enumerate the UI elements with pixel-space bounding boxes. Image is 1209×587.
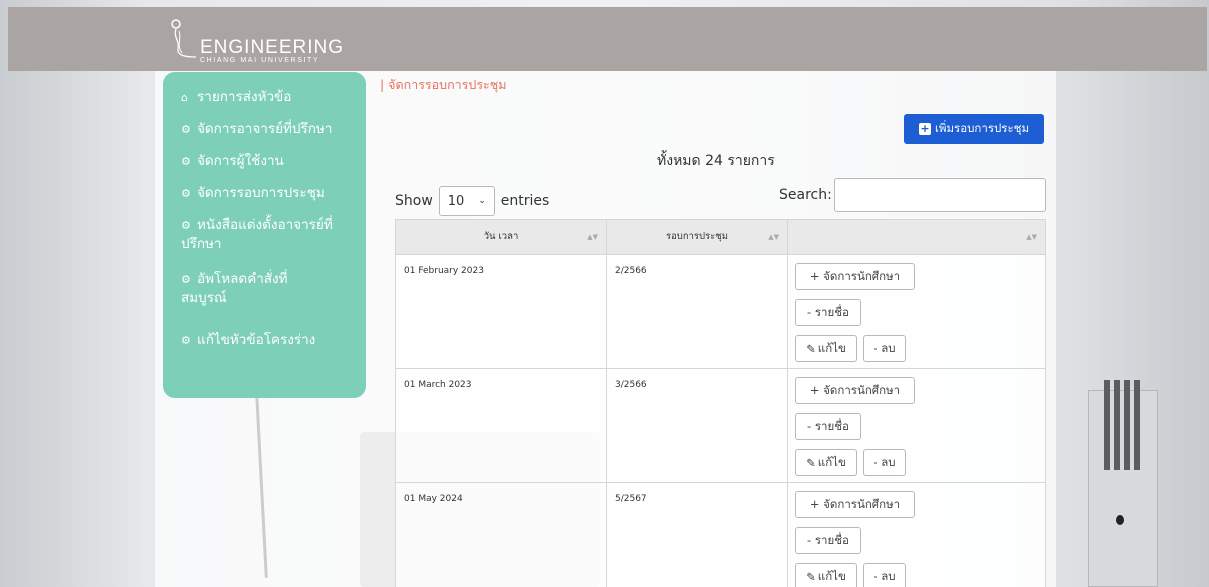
sidebar-item-upload-orders[interactable]: ⚙ อัพโหลดคำสั่งที่สมบูรณ์ <box>181 270 321 308</box>
column-header-actions[interactable]: ▲▼ <box>788 220 1045 254</box>
sort-icon: ▲▼ <box>1026 233 1037 241</box>
sidebar-item-label: แก้ไขหัวข้อโครงร่าง <box>197 332 316 348</box>
pencil-icon: ✎ <box>806 341 816 356</box>
search-label: Search: <box>779 187 832 203</box>
manage-students-button[interactable]: + จัดการนักศึกษา <box>795 377 915 404</box>
gear-icon: ⚙ <box>181 219 191 232</box>
manage-students-button[interactable]: + จัดการนักศึกษา <box>795 491 915 518</box>
logo-title: ENGINEERING <box>200 37 345 58</box>
pencil-icon: ✎ <box>806 455 816 470</box>
add-meeting-round-button[interactable]: + เพิ่มรอบการประชุม <box>904 114 1044 144</box>
sidebar-item-label: หนังสือแต่งตั้งอาจารย์ที่ปรึกษา <box>181 217 333 252</box>
meetings-table: วัน เวลา ▲▼ รอบการประชุม ▲▼ ▲▼ 01 Februa… <box>395 219 1046 587</box>
table-row: 01 March 2023 3/2566 + จัดการนักศึกษา - … <box>395 369 1046 483</box>
date-cell: 01 March 2023 <box>396 369 607 482</box>
sidebar: ⌂ รายการส่งหัวข้อ ⚙ จัดการอาจารย์ที่ปรึกษา… <box>163 72 366 398</box>
entries-label: entries <box>500 193 550 209</box>
delete-button[interactable]: - ลบ <box>863 449 906 476</box>
logo-subtitle: CHIANG MAI UNIVERSITY <box>200 57 320 64</box>
entries-select-value: 10 <box>447 193 465 209</box>
delete-button[interactable]: - ลบ <box>863 563 906 587</box>
manage-students-button[interactable]: + จัดการนักศึกษา <box>795 263 915 290</box>
entries-select[interactable]: 10 ⌄ <box>438 186 495 216</box>
search-input[interactable] <box>834 178 1046 212</box>
breadcrumb: | จัดการรอบการประชุม <box>380 77 507 92</box>
name-list-button[interactable]: - รายชื่อ <box>795 299 861 326</box>
gear-icon: ⚙ <box>181 273 191 286</box>
top-bar: ENGINEERING CHIANG MAI UNIVERSITY <box>8 7 1207 71</box>
show-label: Show <box>395 193 433 209</box>
table-header: วัน เวลา ▲▼ รอบการประชุม ▲▼ ▲▼ <box>395 219 1046 255</box>
round-cell: 3/2566 <box>607 369 788 482</box>
gear-icon: ⚙ <box>181 123 191 136</box>
sidebar-item-topics[interactable]: ⌂ รายการส่งหัวข้อ <box>181 88 371 107</box>
sidebar-item-label: รายการส่งหัวข้อ <box>197 89 292 105</box>
sidebar-item-edit-outline[interactable]: ⚙ แก้ไขหัวข้อโครงร่าง <box>181 331 371 350</box>
table-row: 01 May 2024 5/2567 + จัดการนักศึกษา - รา… <box>395 483 1046 587</box>
gear-icon: ⚙ <box>181 334 191 347</box>
column-header-round[interactable]: รอบการประชุม ▲▼ <box>607 220 788 254</box>
entries-length-control: Show 10 ⌄ entries <box>395 186 549 216</box>
edit-button[interactable]: ✎ แก้ไข <box>795 335 857 362</box>
column-header-date[interactable]: วัน เวลา ▲▼ <box>396 220 607 254</box>
name-list-button[interactable]: - รายชื่อ <box>795 527 861 554</box>
home-icon: ⌂ <box>181 91 188 104</box>
edit-button[interactable]: ✎ แก้ไข <box>795 563 857 587</box>
table-row: 01 February 2023 2/2566 + จัดการนักศึกษา… <box>395 255 1046 369</box>
gear-icon: ⚙ <box>181 155 191 168</box>
edit-button[interactable]: ✎ แก้ไข <box>795 449 857 476</box>
date-cell: 01 February 2023 <box>396 255 607 368</box>
sort-icon: ▲▼ <box>587 233 598 241</box>
sidebar-item-label: จัดการผู้ใช้งาน <box>197 153 284 169</box>
sidebar-item-label: อัพโหลดคำสั่งที่สมบูรณ์ <box>181 271 288 306</box>
background-file-holder <box>1068 380 1188 587</box>
sidebar-item-advisors[interactable]: ⚙ จัดการอาจารย์ที่ปรึกษา <box>181 120 371 139</box>
plus-square-icon: + <box>918 122 931 135</box>
gear-icon: ⚙ <box>181 187 191 200</box>
sidebar-item-label: จัดการอาจารย์ที่ปรึกษา <box>197 121 333 137</box>
round-cell: 2/2566 <box>607 255 788 368</box>
sort-icon: ▲▼ <box>768 233 779 241</box>
date-cell: 01 May 2024 <box>396 483 607 587</box>
sidebar-item-users[interactable]: ⚙ จัดการผู้ใช้งาน <box>181 152 371 171</box>
total-count: ทั้งหมด 24 รายการ <box>657 153 775 169</box>
delete-button[interactable]: - ลบ <box>863 335 906 362</box>
sidebar-item-label: จัดการรอบการประชุม <box>197 185 325 201</box>
sidebar-item-meetings[interactable]: ⚙ จัดการรอบการประชุม <box>181 184 371 203</box>
add-button-label: เพิ่มรอบการประชุม <box>934 121 1030 135</box>
pencil-icon: ✎ <box>806 569 816 584</box>
logo-mark-icon <box>171 19 197 58</box>
round-cell: 5/2567 <box>607 483 788 587</box>
chevron-down-icon: ⌄ <box>478 196 486 206</box>
sidebar-item-appointment-letter[interactable]: ⚙ หนังสือแต่งตั้งอาจารย์ที่ปรึกษา <box>181 216 367 254</box>
name-list-button[interactable]: - รายชื่อ <box>795 413 861 440</box>
